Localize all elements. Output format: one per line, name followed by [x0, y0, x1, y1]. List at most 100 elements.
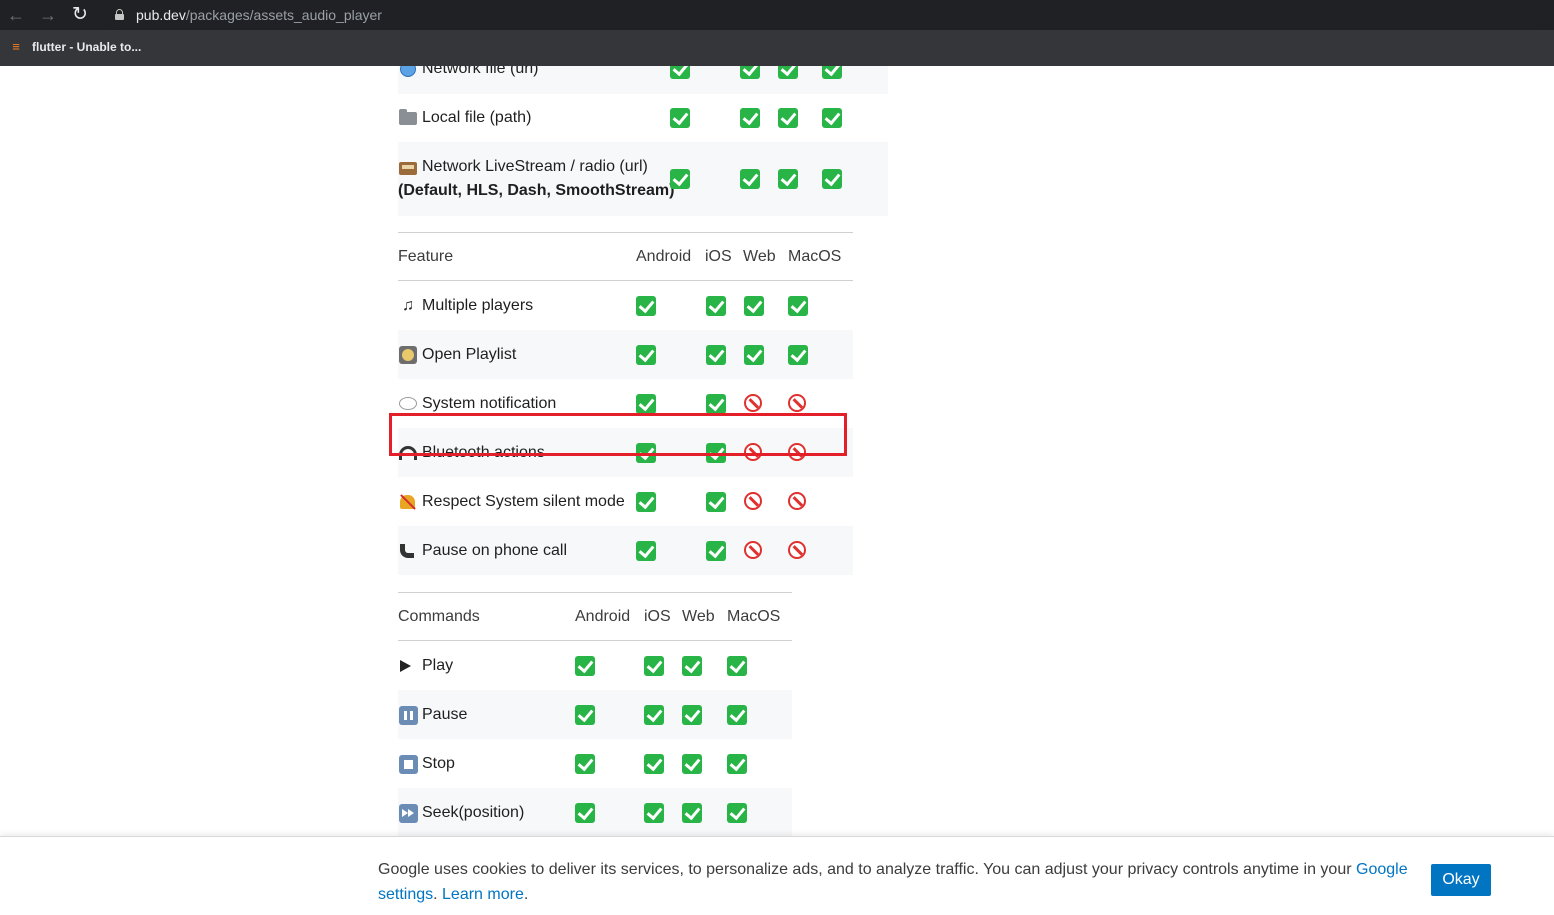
check-mark-icon — [778, 169, 798, 189]
table-row: Respect System silent mode — [398, 477, 853, 526]
check-mark-icon — [822, 66, 842, 79]
table-row: ♫ Multiple players — [398, 281, 853, 330]
check-mark-icon — [636, 540, 656, 561]
check-mark-icon — [682, 655, 702, 676]
row-label-line2: (Default, HLS, Dash, SmoothStream) — [398, 182, 675, 199]
address-bar[interactable]: pub.dev/packages/assets_audio_player — [103, 2, 1550, 28]
pause-icon — [398, 705, 418, 725]
check-mark-icon — [740, 169, 760, 189]
row-label-text: Network LiveStream / radio (url) (Default… — [398, 155, 674, 203]
row-label: Pause on phone call — [398, 526, 567, 575]
check-mark-icon — [727, 655, 747, 676]
column-header: Android — [636, 248, 692, 265]
check-mark-icon — [670, 108, 690, 128]
check-mark-icon — [575, 655, 595, 676]
prohibited-icon — [788, 491, 806, 510]
prohibited-icon — [788, 393, 806, 412]
cookie-message: Google uses cookies to deliver its servi… — [378, 857, 1418, 907]
check-mark-icon — [644, 802, 664, 823]
row-label: Network file (url) — [398, 66, 538, 94]
check-mark-icon — [706, 295, 726, 316]
check-mark-icon — [788, 295, 808, 316]
stack-overflow-icon: ≡ — [12, 39, 20, 54]
check-mark-icon — [636, 491, 656, 512]
check-mark-icon — [740, 66, 760, 79]
row-label-text: Multiple players — [422, 296, 534, 314]
url-text[interactable]: pub.dev/packages/assets_audio_player — [136, 7, 382, 23]
muted-bell-icon — [398, 492, 418, 512]
check-mark-icon — [636, 295, 656, 316]
prohibited-icon — [788, 540, 806, 559]
okay-button[interactable]: Okay — [1431, 864, 1491, 896]
phone-icon — [398, 541, 418, 561]
row-label: Respect System silent mode — [398, 477, 625, 526]
table-row: Pause on phone call — [398, 526, 853, 575]
learn-more-link[interactable]: Learn more — [442, 886, 524, 903]
url-host: pub.dev — [136, 7, 186, 23]
prohibited-icon — [744, 540, 762, 559]
check-mark-icon — [727, 704, 747, 725]
check-mark-icon — [644, 655, 664, 676]
disc-icon — [398, 345, 418, 365]
check-mark-icon — [778, 108, 798, 128]
row-label: Open Playlist — [398, 330, 516, 379]
check-mark-icon — [706, 540, 726, 561]
row-label-text: Pause — [422, 705, 468, 723]
row-label-text: Local file (path) — [422, 109, 532, 126]
check-mark-icon — [822, 169, 842, 189]
column-header: Commands — [398, 608, 480, 625]
row-label: ♫ Multiple players — [398, 281, 533, 330]
row-label-line1: Network LiveStream / radio (url) — [422, 158, 648, 175]
table-row: Seek(position) — [398, 788, 792, 837]
column-header: MacOS — [727, 608, 781, 625]
check-mark-icon — [636, 344, 656, 365]
cookie-banner: Google uses cookies to deliver its servi… — [0, 836, 1554, 915]
radio-icon — [398, 157, 418, 177]
check-mark-icon — [778, 66, 798, 79]
row-label: Stop — [398, 739, 455, 788]
column-header: Web — [682, 608, 715, 625]
check-mark-icon — [706, 491, 726, 512]
reload-icon[interactable]: ↻ — [69, 4, 91, 26]
browser-chrome: ← → ↻ pub.dev/packages/assets_audio_play… — [0, 0, 1554, 66]
check-mark-icon — [727, 802, 747, 823]
check-mark-icon — [575, 704, 595, 725]
bookmark-label: flutter - Unable to... — [32, 40, 142, 54]
check-mark-icon — [744, 344, 764, 365]
table-row: Open Playlist — [398, 330, 853, 379]
forward-arrow-icon[interactable]: → — [37, 4, 59, 26]
check-mark-icon — [706, 393, 726, 414]
table-header: Commands Android iOS Web MacOS — [398, 592, 792, 641]
table-row: Network LiveStream / radio (url) (Default… — [398, 142, 888, 216]
check-mark-icon — [670, 66, 690, 79]
row-label-text: System notification — [422, 394, 557, 412]
highlight-box — [389, 413, 847, 456]
row-label: Play — [398, 641, 453, 690]
prohibited-icon — [744, 491, 762, 510]
cookie-separator: . — [433, 886, 443, 903]
page-content: Network file (url) Local file (path) Netwo… — [0, 66, 1554, 915]
check-mark-icon — [644, 753, 664, 774]
row-label-text: Seek(position) — [422, 803, 525, 821]
bookmark-item[interactable]: ≡ flutter - Unable to... — [8, 38, 141, 56]
table-row: Pause — [398, 690, 792, 739]
check-mark-icon — [670, 169, 690, 189]
check-mark-icon — [727, 753, 747, 774]
folder-icon — [398, 108, 418, 128]
column-header: Feature — [398, 248, 454, 265]
column-header: MacOS — [788, 248, 842, 265]
back-arrow-icon[interactable]: ← — [5, 4, 27, 26]
table-row: Stop — [398, 739, 792, 788]
column-header: iOS — [644, 608, 671, 625]
cookie-end: . — [523, 886, 529, 903]
row-label-text: Stop — [422, 754, 455, 772]
row-label: Seek(position) — [398, 788, 524, 837]
check-mark-icon — [575, 802, 595, 823]
check-mark-icon — [682, 802, 702, 823]
check-mark-icon — [822, 108, 842, 128]
stop-icon — [398, 754, 418, 774]
play-icon — [398, 656, 418, 676]
row-label: Network LiveStream / radio (url) (Default… — [398, 142, 674, 216]
check-mark-icon — [740, 108, 760, 128]
bookmarks-bar: ≡ flutter - Unable to... — [0, 30, 1554, 66]
